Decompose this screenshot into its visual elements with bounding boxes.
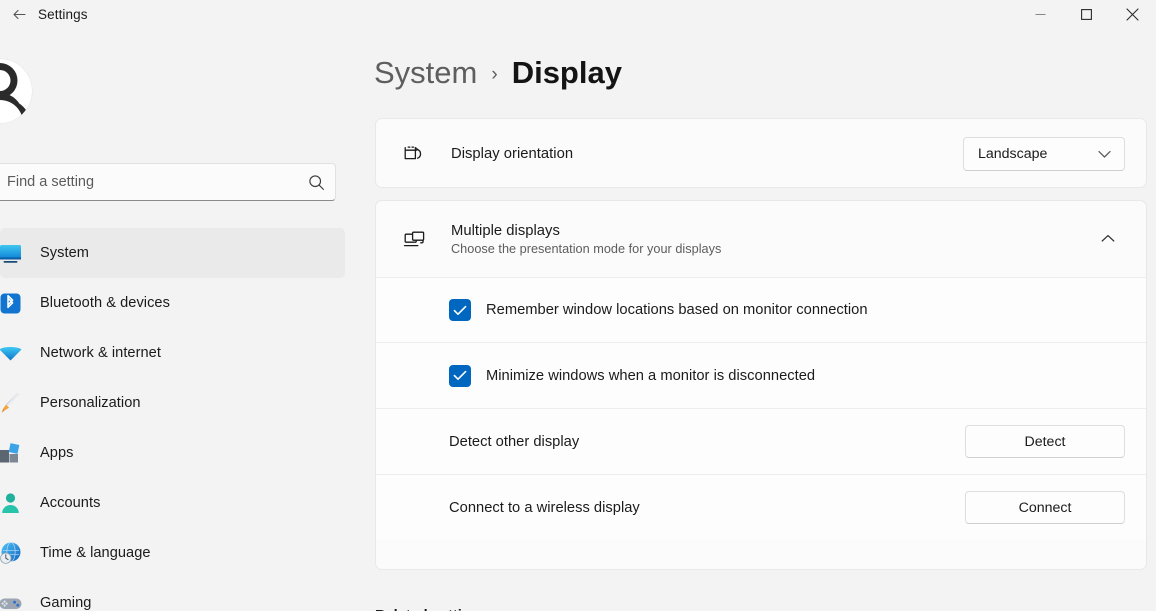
display-orientation-dropdown[interactable]: Landscape [963, 137, 1125, 171]
sidebar-item-label: System [40, 245, 89, 261]
sidebar-item-label: Apps [40, 445, 74, 461]
avatar-mask [0, 59, 32, 123]
detect-button[interactable]: Detect [965, 425, 1125, 458]
time-language-icon [0, 541, 30, 566]
content-area: System › Display Display orientation Lan… [360, 28, 1156, 611]
breadcrumb-parent[interactable]: System [374, 55, 477, 91]
system-icon [0, 241, 30, 266]
connect-button[interactable]: Connect [965, 491, 1125, 524]
display-orientation-text: Display orientation [451, 146, 963, 162]
close-button[interactable] [1109, 0, 1156, 28]
apps-icon [0, 441, 30, 466]
network-icon [0, 341, 30, 366]
bluetooth-icon [0, 291, 30, 316]
search-box[interactable] [0, 163, 336, 201]
minimize-icon [1035, 13, 1045, 15]
avatar[interactable] [0, 59, 32, 123]
search-input[interactable] [7, 174, 302, 190]
back-arrow-icon [12, 9, 26, 19]
sidebar-item-personalization[interactable]: Personalization [0, 378, 345, 428]
sidebar-item-label: Accounts [40, 495, 101, 511]
multiple-displays-text: Multiple displays Choose the presentatio… [451, 223, 1091, 256]
display-orientation-label: Display orientation [451, 146, 574, 162]
detect-other-display-label: Detect other display [449, 433, 580, 450]
display-orientation-row[interactable]: Display orientation Landscape [376, 119, 1146, 189]
window-controls [1017, 0, 1156, 28]
sidebar-item-gaming[interactable]: Gaming [0, 578, 345, 611]
display-orientation-value: Landscape [978, 146, 1048, 162]
display-orientation-card: Display orientation Landscape [375, 118, 1147, 188]
search-icon[interactable] [308, 174, 325, 191]
window-title: Settings [38, 6, 88, 22]
sidebar-item-system[interactable]: System [0, 228, 345, 278]
remember-window-locations-row[interactable]: Remember window locations based on monit… [376, 278, 1146, 342]
check-icon [453, 370, 467, 380]
sidebar-item-apps[interactable]: Apps [0, 428, 345, 478]
sidebar-item-bluetooth-devices[interactable]: Bluetooth & devices [0, 278, 345, 328]
minimize-windows-checkbox[interactable] [449, 364, 471, 387]
title-bar: Settings [0, 0, 1156, 28]
sidebar-item-label: Gaming [40, 595, 92, 611]
collapse-expander-button[interactable] [1091, 222, 1125, 256]
connect-wireless-display-row: Connect to a wireless display Connect [376, 475, 1146, 540]
sidebar-item-accounts[interactable]: Accounts [0, 478, 345, 528]
accounts-icon [0, 491, 30, 516]
minimize-windows-row[interactable]: Minimize windows when a monitor is disco… [376, 343, 1146, 408]
minimize-button[interactable] [1017, 0, 1063, 28]
sidebar-item-label: Time & language [40, 545, 151, 561]
chevron-down-icon [1098, 150, 1111, 159]
sidebar-item-label: Network & internet [40, 345, 161, 361]
back-button[interactable] [0, 0, 38, 28]
maximize-icon [1080, 8, 1092, 20]
gaming-icon [0, 591, 30, 611]
personalization-icon [0, 391, 30, 416]
multiple-displays-icon [395, 228, 433, 251]
remember-window-locations-checkbox[interactable] [449, 299, 471, 321]
multiple-displays-header[interactable]: Multiple displays Choose the presentatio… [376, 201, 1146, 277]
sidebar: System Bluetooth & devices [0, 28, 360, 611]
multiple-displays-subtitle: Choose the presentation mode for your di… [451, 241, 722, 256]
breadcrumb-separator-icon: › [491, 64, 498, 85]
close-icon [1126, 7, 1139, 21]
maximize-button[interactable] [1063, 0, 1109, 28]
connect-wireless-display-label: Connect to a wireless display [449, 499, 640, 516]
settings-window: Settings Find a setting System Bluetooth… [0, 0, 1156, 611]
chevron-up-icon [1101, 230, 1115, 248]
check-icon [453, 305, 467, 315]
sidebar-nav: System Bluetooth & devices Network & int… [0, 228, 345, 611]
remember-window-locations-label: Remember window locations based on monit… [486, 302, 868, 318]
account-block[interactable] [0, 52, 100, 130]
multiple-displays-card: Multiple displays Choose the presentatio… [375, 200, 1147, 570]
sidebar-item-label: Personalization [40, 395, 141, 411]
multiple-displays-title: Multiple displays [451, 222, 560, 239]
page-title: Display [511, 55, 622, 90]
minimize-windows-label: Minimize windows when a monitor is disco… [486, 367, 816, 384]
detect-other-display-row: Detect other display Detect [376, 409, 1146, 474]
sidebar-item-label: Bluetooth & devices [40, 295, 170, 311]
sidebar-item-network-internet[interactable]: Network & internet [0, 328, 345, 378]
breadcrumb: System › Display [374, 55, 622, 91]
sidebar-item-time-language[interactable]: Time & language [0, 528, 345, 578]
display-rotate-icon [395, 143, 433, 166]
